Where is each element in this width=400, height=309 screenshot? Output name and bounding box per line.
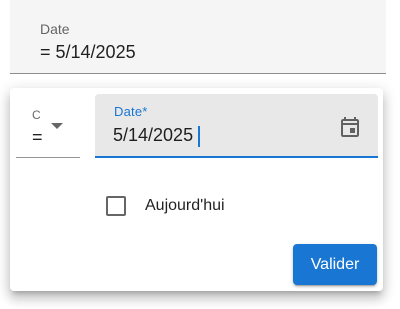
arrow-drop-down-icon[interactable] [51,123,63,129]
calendar-button[interactable] [335,112,365,142]
text-cursor [198,126,200,147]
date-input[interactable] [113,122,323,148]
operator-value: = [32,127,43,147]
date-filter-stage: Date = 5/14/2025 C = Date* Aujourd'hui V… [0,0,400,309]
date-field[interactable]: Date* [95,94,378,158]
calendar-icon [341,117,359,137]
filter-value: = 5/14/2025 [40,42,136,62]
submit-button[interactable]: Valider [293,244,377,285]
today-checkbox[interactable] [106,196,126,216]
operator-select[interactable]: C = [16,94,80,158]
today-checkbox-row[interactable]: Aujourd'hui [106,194,225,218]
filter-label: Date [40,21,70,37]
filter-popover: C = Date* Aujourd'hui Valider [10,88,383,291]
today-checkbox-label[interactable]: Aujourd'hui [145,197,225,215]
date-filter-field[interactable]: Date = 5/14/2025 [10,0,386,74]
operator-label: C [32,108,40,122]
date-field-label: Date* [114,104,148,119]
